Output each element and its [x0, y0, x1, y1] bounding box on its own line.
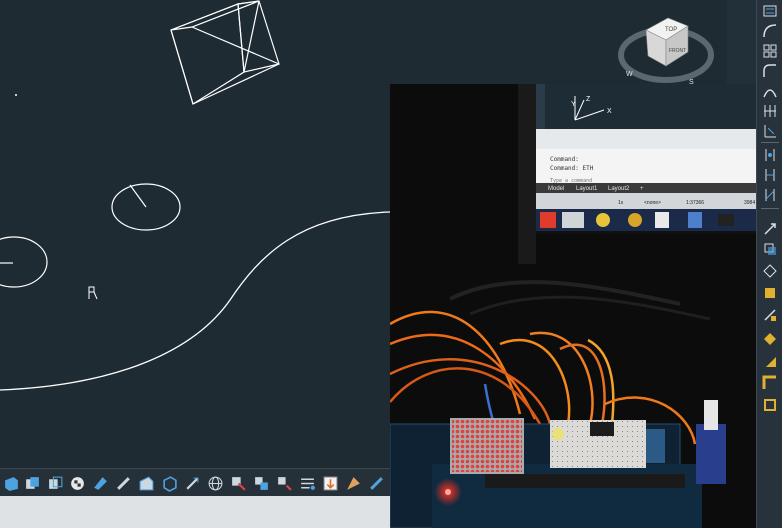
ucs-y-label: Y: [571, 101, 576, 108]
viewcube-front-label: FRONT: [669, 48, 686, 54]
ucs-x-label: X: [607, 108, 612, 115]
trim-tool-icon[interactable]: [760, 330, 780, 348]
status-units: 1x: [618, 200, 624, 206]
presspull-tool-icon[interactable]: [183, 474, 201, 492]
draw-tool-icon[interactable]: [760, 2, 780, 20]
stretch-tool-icon[interactable]: [760, 306, 780, 324]
command-prompt: Type a command: [550, 178, 592, 184]
section-tool-icon[interactable]: [760, 102, 780, 120]
chamfer-tool-icon[interactable]: [760, 374, 780, 392]
compass-w-label: W: [626, 71, 633, 78]
offset-tool-icon[interactable]: [760, 186, 780, 204]
tab-add: +: [640, 186, 644, 192]
checker-tool-icon[interactable]: [68, 474, 86, 492]
bottom-toolbar: [0, 468, 390, 497]
edge-tool-icon[interactable]: [298, 474, 316, 492]
thicken-tool-icon[interactable]: [114, 474, 132, 492]
rotate-tool-icon[interactable]: [760, 262, 780, 280]
copy-tool-icon[interactable]: [760, 240, 780, 258]
viewcube-graphic: TOP FRONT W S: [618, 17, 714, 86]
explode-tool-icon[interactable]: [760, 396, 780, 414]
right-toolbar: [756, 0, 782, 528]
tab-layout2: Layout2: [608, 186, 630, 192]
split-tool-icon[interactable]: [760, 166, 780, 184]
dimension-tool-icon[interactable]: [760, 122, 780, 140]
status-strip: [0, 496, 390, 528]
webcam-photo-overlay: Y Z X Command: Command: ETH Type a comma…: [390, 84, 756, 528]
import-tool-icon[interactable]: [321, 474, 339, 492]
interfere-tool-icon[interactable]: [252, 474, 270, 492]
move-tool-icon[interactable]: [760, 220, 780, 238]
cube-tool-icon[interactable]: [160, 474, 178, 492]
point-marker: [15, 94, 17, 96]
spline-curve: [0, 211, 391, 391]
globe-tool-icon[interactable]: [206, 474, 224, 492]
arc-tool-icon[interactable]: [760, 22, 780, 40]
subtract-tool-icon[interactable]: [46, 474, 64, 492]
photo-scene: Y Z X Command: Command: ETH Type a comma…: [390, 84, 756, 528]
status-coord: 3984: [744, 200, 755, 206]
separate-tool-icon[interactable]: [275, 474, 293, 492]
extrude-tool-icon[interactable]: [137, 474, 155, 492]
curve-tool-icon[interactable]: [760, 82, 780, 100]
box-tool-icon[interactable]: [2, 474, 20, 492]
shell-tool-icon[interactable]: [367, 474, 385, 492]
fillet-tool-icon[interactable]: [760, 62, 780, 80]
slice-tool-icon[interactable]: [91, 474, 109, 492]
tab-model: Model: [548, 186, 564, 192]
box-3d: [170, 0, 280, 105]
circle-with-radius: [111, 183, 181, 231]
union-tool-icon[interactable]: [23, 474, 41, 492]
viewcube-top-label: TOP: [665, 27, 677, 33]
scale-tool-icon[interactable]: [760, 284, 780, 302]
grid-tool-icon[interactable]: [760, 42, 780, 60]
circle-left: [0, 236, 48, 288]
align-tool-icon[interactable]: [760, 146, 780, 164]
status-scale: 1:37366: [686, 200, 704, 206]
cursor-icon: [88, 286, 98, 300]
section-plane-icon[interactable]: [229, 474, 247, 492]
ucs-z-label: Z: [586, 96, 591, 103]
extend-tool-icon[interactable]: [760, 352, 780, 370]
viewcube[interactable]: TOP FRONT W S: [616, 10, 716, 88]
fillet-edge-icon[interactable]: [344, 474, 362, 492]
tab-layout1: Layout1: [576, 186, 598, 192]
command-line-1: Command:: [550, 156, 579, 163]
status-layer: <none>: [644, 200, 661, 206]
command-line-2: Command: ETH: [550, 165, 594, 172]
